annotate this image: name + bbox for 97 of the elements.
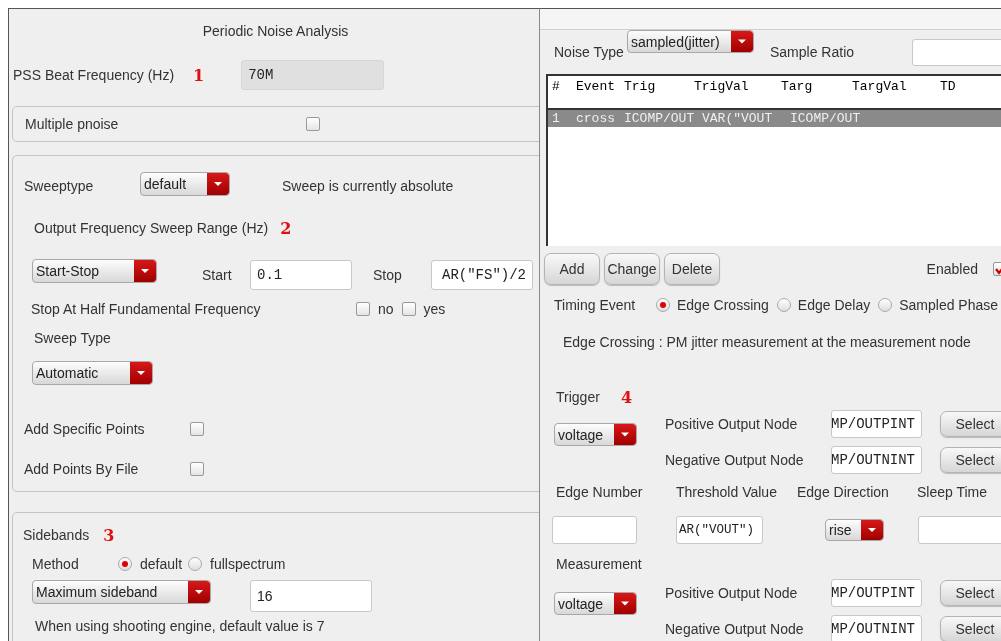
column-header: Targ bbox=[781, 79, 814, 96]
sideband-field[interactable]: 16 bbox=[250, 580, 372, 612]
option-label: Stop At Half Fundamental Frequency bbox=[31, 301, 262, 317]
status-text: Sweep is currently absolute bbox=[282, 178, 454, 194]
option-label: Edge Crossing bbox=[677, 297, 769, 313]
select-button[interactable]: Select bbox=[940, 616, 1001, 641]
dropdown[interactable]: sampled(jitter) bbox=[627, 30, 754, 53]
threshold-field[interactable]: AR("VOUT") bbox=[676, 516, 763, 544]
field-label: Timing Event bbox=[554, 297, 637, 313]
option-label: Add Points By File bbox=[24, 461, 140, 477]
marker-number: 4 bbox=[621, 387, 633, 407]
marker-number: 2 bbox=[280, 218, 292, 238]
field-label: Sweeptype bbox=[24, 178, 95, 194]
dialog-title: Periodic Noise Analysis bbox=[202, 23, 349, 39]
option-label: no bbox=[378, 301, 394, 317]
column-label: Sleep Time bbox=[917, 484, 988, 500]
field-label: Start bbox=[202, 267, 233, 283]
option-label: Multiple pnoise bbox=[25, 116, 120, 132]
radio-button[interactable] bbox=[656, 298, 670, 312]
radio-button[interactable] bbox=[118, 557, 132, 571]
node-field[interactable]: MP/OUTPINT bbox=[831, 579, 922, 607]
select-button[interactable]: Select bbox=[940, 411, 1001, 437]
caret-icon bbox=[614, 593, 636, 614]
option-label: Edge Delay bbox=[797, 297, 871, 313]
table-cell-text: cross bbox=[576, 111, 616, 126]
radio-button[interactable] bbox=[776, 298, 791, 312]
type-dropdown[interactable]: voltage bbox=[554, 423, 637, 446]
section-label: Trigger bbox=[556, 389, 601, 405]
column-label: Threshold Value bbox=[676, 484, 778, 500]
column-header: TD bbox=[940, 79, 957, 96]
sleep-time-field[interactable] bbox=[918, 516, 1001, 544]
field-label: Sweep Type bbox=[34, 330, 111, 346]
node-field[interactable]: MP/OUTPINT bbox=[831, 410, 922, 438]
column-label: Edge Number bbox=[556, 484, 644, 500]
dropdown[interactable]: default bbox=[140, 172, 230, 196]
field-label: Positive Output Node bbox=[665, 416, 799, 432]
marker-number: 1 bbox=[193, 65, 205, 85]
radio-button[interactable] bbox=[878, 298, 893, 312]
option-label: default bbox=[140, 556, 183, 572]
dropdown[interactable]: Automatic bbox=[32, 361, 153, 385]
marker-number: 3 bbox=[103, 525, 115, 545]
column-header: Event bbox=[576, 79, 616, 96]
section-label: Measurement bbox=[556, 556, 642, 572]
table-cell-text: 1 bbox=[552, 111, 561, 126]
note-text: When using shooting engine, default value is 7 bbox=[35, 618, 325, 634]
option-label: Sampled Phase bbox=[899, 297, 999, 313]
checkbox[interactable] bbox=[306, 117, 320, 131]
dropdown[interactable]: Maximum sideband bbox=[32, 580, 211, 604]
option-label: Enabled bbox=[926, 261, 978, 277]
caret-icon bbox=[861, 520, 883, 540]
section-label: Sidebands bbox=[23, 527, 90, 543]
caret-icon bbox=[188, 581, 210, 603]
field-label: Negative Output Node bbox=[665, 452, 805, 468]
caret-icon bbox=[731, 31, 753, 52]
column-header: # bbox=[552, 79, 561, 96]
checkbox[interactable] bbox=[401, 302, 416, 316]
column-header: TargVal bbox=[852, 79, 908, 96]
column-header: TrigVal bbox=[694, 79, 750, 96]
table-action-button[interactable]: Change bbox=[604, 253, 660, 285]
checkbox[interactable] bbox=[356, 302, 370, 316]
start-field[interactable]: 0.1 bbox=[250, 260, 352, 290]
field-label: Positive Output Node bbox=[665, 585, 799, 601]
table-cell-text: VAR("VOUT bbox=[702, 111, 774, 126]
table-cell-text: ICOMP/OUT bbox=[624, 111, 696, 126]
caret-icon bbox=[614, 424, 636, 445]
field-label: Sample Ratio bbox=[770, 44, 856, 60]
stop-field[interactable]: AR("FS")/2 bbox=[431, 260, 533, 290]
radio-button[interactable] bbox=[188, 557, 203, 571]
select-button[interactable]: Select bbox=[940, 447, 1001, 473]
select-button[interactable]: Select bbox=[940, 580, 1001, 606]
field-label: Negative Output Node bbox=[665, 621, 805, 637]
field-label: Noise Type bbox=[554, 44, 625, 60]
sample-ratio-field[interactable] bbox=[912, 38, 1001, 66]
dropdown[interactable]: Start-Stop bbox=[32, 259, 157, 283]
edge-number-field[interactable] bbox=[552, 516, 637, 544]
node-field[interactable]: MP/OUTNINT bbox=[831, 446, 922, 474]
dropdown[interactable]: rise bbox=[825, 519, 884, 541]
column-label: Edge Direction bbox=[797, 484, 890, 500]
field-label: Method bbox=[32, 556, 80, 572]
option-label: yes bbox=[423, 301, 446, 317]
caret-icon bbox=[207, 173, 229, 195]
checkbox[interactable] bbox=[190, 422, 204, 436]
description-text: Edge Crossing : PM jitter measurement at the measurement node bbox=[563, 334, 971, 350]
table-action-button[interactable]: Add bbox=[544, 253, 600, 285]
field-label: Stop bbox=[373, 267, 403, 283]
node-field[interactable]: MP/OUTNINT bbox=[831, 615, 922, 641]
checkbox[interactable] bbox=[190, 462, 204, 476]
table-cell-text: ICOMP/OUT bbox=[790, 111, 862, 126]
column-header: Trig bbox=[624, 79, 657, 96]
table-action-button[interactable]: Delete bbox=[664, 253, 720, 285]
caret-icon bbox=[134, 260, 156, 282]
type-dropdown[interactable]: voltage bbox=[554, 592, 637, 615]
option-label: fullspectrum bbox=[210, 556, 286, 572]
field-label: PSS Beat Frequency (Hz) bbox=[13, 67, 176, 83]
option-label: Add Specific Points bbox=[24, 421, 146, 437]
caret-icon bbox=[130, 362, 152, 384]
section-label: Output Frequency Sweep Range (Hz) bbox=[34, 220, 269, 236]
